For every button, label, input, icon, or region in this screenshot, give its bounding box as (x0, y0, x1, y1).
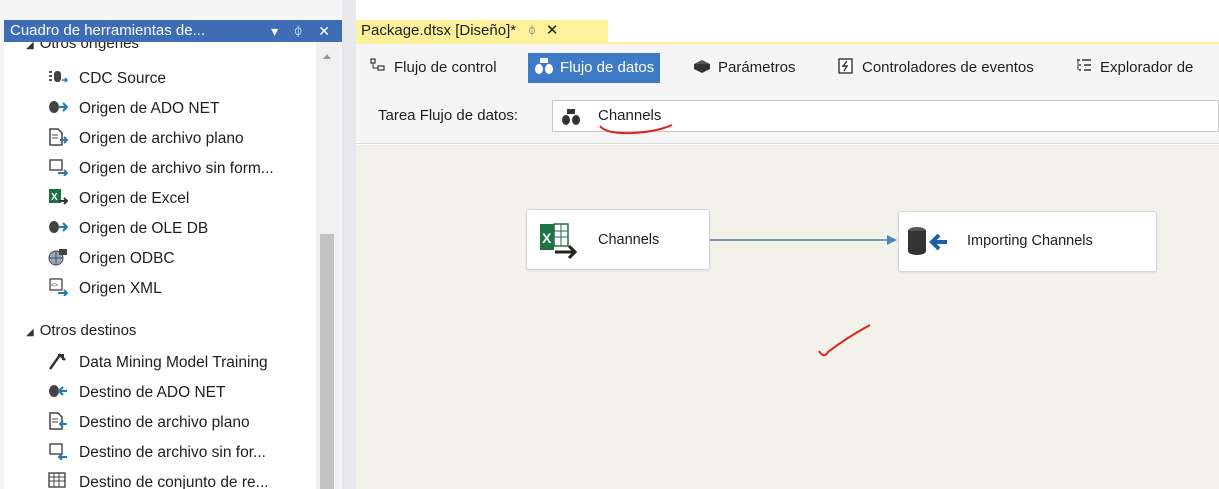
toolbox-item-xml-source[interactable]: <> Origen XML (48, 274, 316, 304)
group-header-otros-origenes[interactable]: ◢ Otros orígenes (26, 42, 139, 55)
event-handlers-icon (836, 56, 856, 74)
parameters-icon (692, 56, 712, 74)
toolbox-item-ado-net-destination[interactable]: Destino de ADO NET (48, 378, 316, 408)
toolbox-list: ◢ Otros orígenes CDC Source Origen de ADO… (4, 42, 316, 489)
task-selector-label: Tarea Flujo de datos: (378, 107, 519, 124)
svg-text:X: X (51, 192, 58, 203)
component-label: Channels (598, 232, 660, 248)
canvas-overlay (708, 235, 897, 357)
control-flow-icon (368, 56, 388, 74)
tab-parametros[interactable]: Parámetros (686, 53, 802, 83)
document-tab-package[interactable]: Package.dtsx [Diseño]* ᛰ ✕ (356, 20, 608, 42)
odbc-source-icon (48, 247, 68, 266)
toolbox-item-ole-db-source[interactable]: Origen de OLE DB (48, 214, 316, 244)
scroll-up-arrow-icon[interactable] (323, 54, 331, 59)
raw-file-source-icon (48, 157, 69, 177)
excel-source-icon: X (48, 187, 69, 205)
cdc-source-icon (48, 67, 69, 85)
tab-strip (608, 20, 1219, 42)
svg-text:<>: <> (51, 283, 59, 289)
raw-file-destination-icon (48, 441, 68, 461)
toolbox-panel: Cuadro de herramientas de... ▾ ᛰ ✕ ◢ Otro… (0, 0, 342, 489)
data-flow-icon (534, 56, 554, 74)
flat-file-source-icon (48, 127, 69, 146)
flat-file-destination-icon (48, 411, 68, 430)
toolbox-item-odbc-source[interactable]: Origen ODBC (48, 244, 316, 274)
tab-flujo-de-datos[interactable]: Flujo de datos (528, 53, 661, 83)
red-checkmark-annotation (818, 324, 871, 357)
close-tab-icon[interactable]: ✕ (546, 22, 559, 39)
pin-icon[interactable]: ᛰ (528, 23, 536, 38)
tab-flujo-de-control[interactable]: Flujo de control (362, 53, 503, 83)
toolbox-item-excel-source[interactable]: X Origen de Excel (48, 184, 316, 214)
toolbox-item-recordset-destination[interactable]: Destino de conjunto de re... (48, 468, 316, 489)
component-channels-source[interactable]: X Channels (526, 209, 710, 270)
recordset-destination-icon (48, 471, 68, 489)
toolbox-scrollbar[interactable] (316, 42, 338, 489)
designer-toolbar: Flujo de control Flujo de datos Parámetr… (356, 44, 1219, 144)
svg-text:X: X (542, 230, 552, 246)
component-label: Importing Channels (967, 233, 1093, 249)
ole-db-destination-icon (907, 226, 949, 261)
scrollbar-thumb[interactable] (320, 234, 334, 489)
toolbox-item-raw-file-source[interactable]: Origen de archivo sin form... (48, 154, 316, 184)
toolbox-item-ado-net-source[interactable]: Origen de ADO NET (48, 94, 316, 124)
xml-source-icon: <> (48, 277, 69, 297)
component-importing-channels-destination[interactable]: Importing Channels (898, 211, 1157, 272)
tab-controladores-de-eventos[interactable]: Controladores de eventos (830, 53, 1040, 83)
collapse-triangle-icon[interactable]: ◢ (26, 327, 34, 338)
toolbox-item-flat-file-source[interactable]: Origen de archivo plano (48, 124, 316, 154)
panel-splitter[interactable] (342, 0, 356, 489)
toolbox-title-bar[interactable]: Cuadro de herramientas de... ▾ ᛰ ✕ (4, 20, 342, 42)
toolbox-title: Cuadro de herramientas de... (10, 22, 206, 39)
data-mining-icon (48, 351, 68, 370)
package-designer: Package.dtsx [Diseño]* ᛰ ✕ Flujo de contro… (356, 0, 1219, 489)
data-path-arrowhead-icon (887, 235, 897, 245)
package-explorer-icon (1074, 56, 1094, 74)
data-flow-canvas[interactable]: X Channels Importing Channels (356, 145, 1219, 489)
toolbox-item-raw-file-destination[interactable]: Destino de archivo sin for... (48, 438, 316, 468)
toolbox-item-data-mining[interactable]: Data Mining Model Training (48, 348, 316, 378)
collapse-triangle-icon[interactable]: ◢ (26, 42, 34, 51)
toolbox-item-flat-file-destination[interactable]: Destino de archivo plano (48, 408, 316, 438)
group-header-otros-destinos[interactable]: ◢ Otros destinos (26, 320, 136, 342)
red-underline-annotation (599, 124, 673, 135)
tab-explorador-de-paquetes[interactable]: Explorador de (1068, 53, 1199, 83)
ole-db-source-icon (48, 217, 69, 235)
data-flow-task-icon (561, 108, 581, 126)
excel-source-icon: X (540, 222, 580, 263)
toolbox-window-controls[interactable]: ▾ ᛰ ✕ (271, 20, 336, 42)
toolbox-item-cdc-source[interactable]: CDC Source (48, 64, 316, 94)
ado-net-source-icon (48, 97, 69, 115)
ado-net-destination-icon (48, 381, 68, 399)
